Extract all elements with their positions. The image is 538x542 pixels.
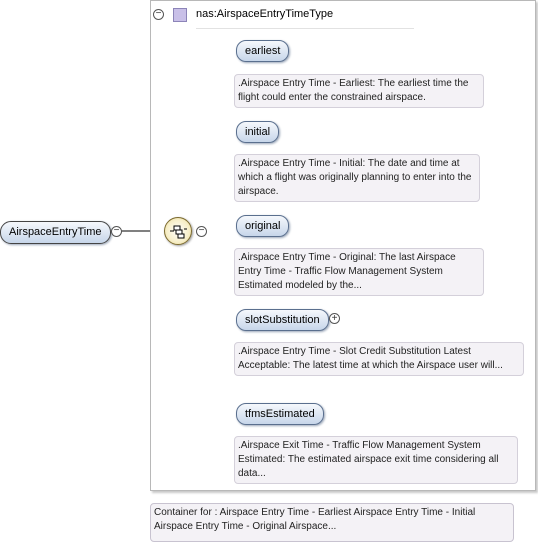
root-element-airspace-entry-time[interactable]: AirspaceEntryTime bbox=[0, 221, 111, 244]
element-slot-substitution[interactable]: slotSubstitution bbox=[236, 309, 329, 331]
annotation-tfms-estimated: .Airspace Exit Time - Traffic Flow Manag… bbox=[234, 436, 518, 484]
sequence-collapse-button[interactable]: − bbox=[196, 226, 207, 237]
element-original[interactable]: original bbox=[236, 215, 290, 237]
annotation-original: .Airspace Entry Time - Original: The las… bbox=[234, 248, 484, 296]
container-annotation-footer: Container for : Airspace Entry Time - Ea… bbox=[150, 503, 514, 542]
annotation-initial: .Airspace Entry Time - Initial: The date… bbox=[234, 154, 480, 202]
sequence-compositor-icon[interactable] bbox=[164, 217, 192, 245]
type-collapse-button[interactable]: − bbox=[153, 9, 164, 20]
root-collapse-button[interactable]: − bbox=[111, 226, 122, 237]
header-divider bbox=[196, 28, 414, 29]
sequence-glyph-icon bbox=[170, 225, 187, 239]
type-name: nas:AirspaceEntryTimeType bbox=[196, 8, 334, 20]
element-tfms-estimated[interactable]: tfmsEstimated bbox=[236, 403, 324, 425]
slot-substitution-expand-button[interactable]: + bbox=[329, 313, 340, 324]
annotation-earliest: .Airspace Entry Time - Earliest: The ear… bbox=[234, 74, 484, 108]
element-earliest[interactable]: earliest bbox=[236, 40, 290, 62]
annotation-slot-substitution: .Airspace Entry Time - Slot Credit Subst… bbox=[234, 342, 524, 376]
element-initial[interactable]: initial bbox=[236, 121, 280, 143]
complex-type-icon bbox=[173, 8, 187, 22]
